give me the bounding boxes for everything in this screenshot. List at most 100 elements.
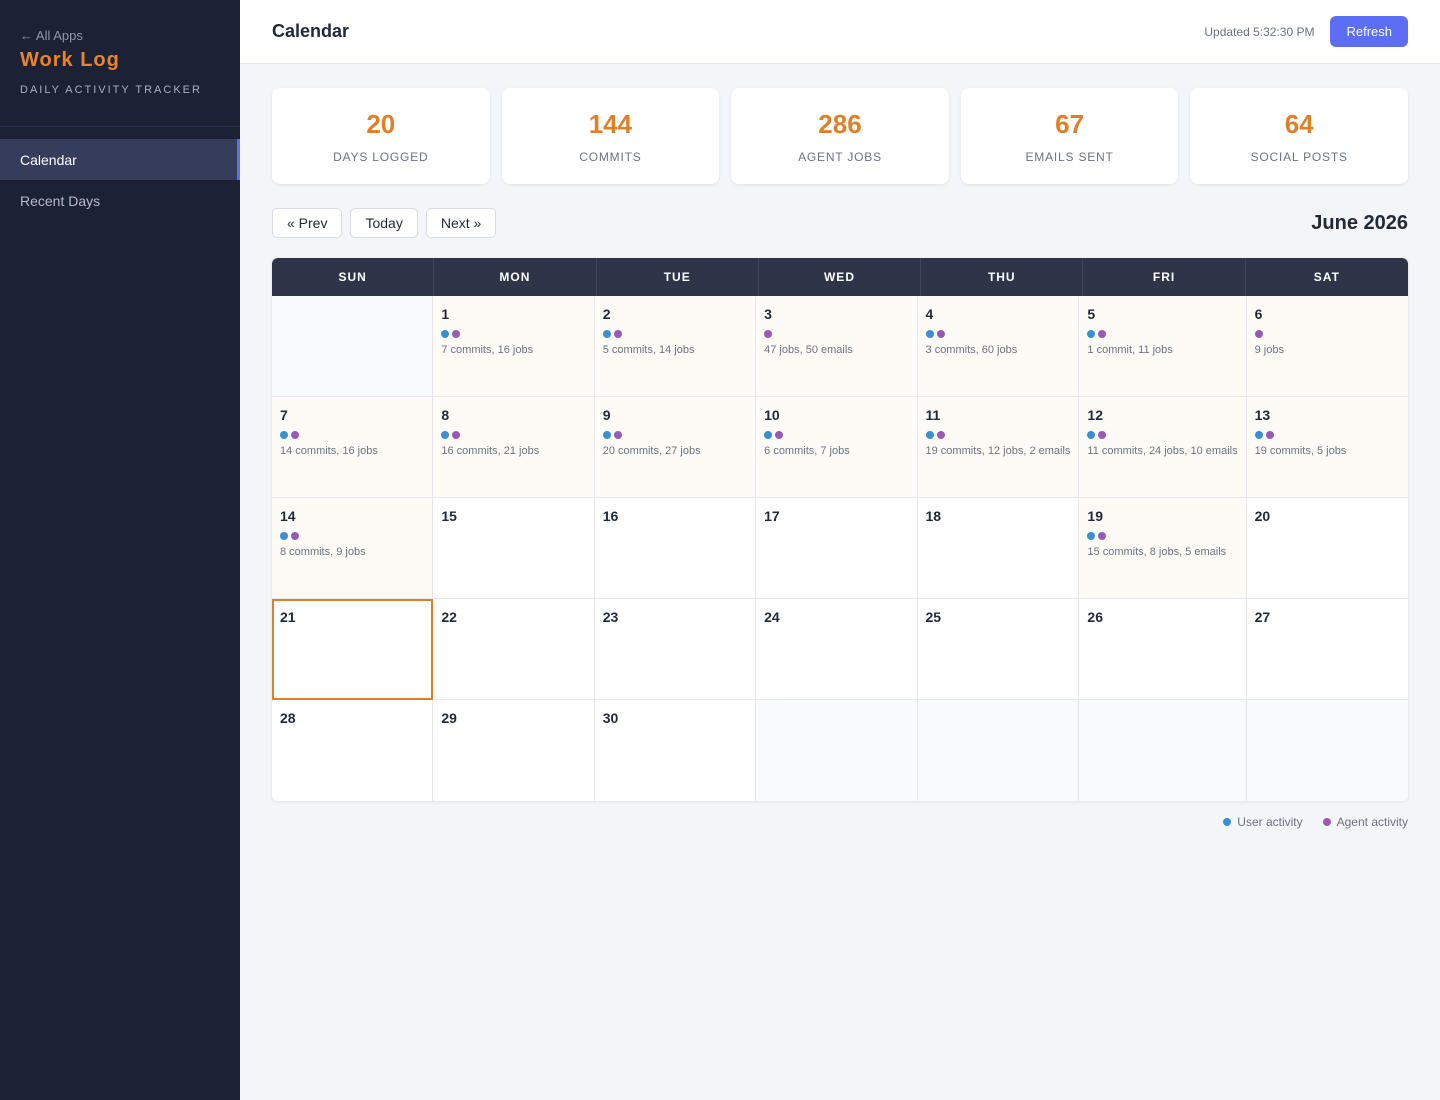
activity-dots: [602, 431, 747, 439]
calendar-day-cell[interactable]: 4 3 commits, 60 jobs: [917, 296, 1080, 397]
calendar-day-cell[interactable]: 19 15 commits, 8 jobs, 5 emails: [1079, 498, 1247, 599]
activity-dots: [441, 330, 585, 338]
calendar-day-cell[interactable]: 10 6 commits, 7 jobs: [756, 397, 918, 498]
activity-dots: [441, 431, 585, 439]
calendar-day-cell[interactable]: 28: [272, 700, 434, 801]
calendar-day-cell[interactable]: 9 20 commits, 27 jobs: [594, 397, 757, 498]
stat-value: 20: [366, 108, 396, 139]
calendar-day-cell[interactable]: 8 16 commits, 21 jobs: [433, 397, 595, 498]
day-number: 11: [925, 407, 941, 423]
day-number: 18: [925, 508, 942, 524]
app-subtitle: DAILY ACTIVITY TRACKER: [20, 84, 202, 96]
calendar-day-cell[interactable]: 1 7 commits, 16 jobs: [433, 296, 595, 397]
calendar-day-cell[interactable]: 11 19 commits, 12 jobs, 2 emails: [917, 397, 1080, 498]
day-number: 4: [925, 306, 934, 322]
calendar-day-cell[interactable]: 26: [1079, 599, 1247, 700]
activity-dots: [602, 330, 747, 338]
brand-block: ← All Apps Work Log DAILY ACTIVITY TRACK…: [0, 0, 240, 127]
day-summary: 47 jobs, 50 emails: [764, 344, 853, 356]
today-button[interactable]: Today: [350, 208, 418, 238]
agent-activity-dot-icon: [775, 431, 784, 439]
day-number: 21: [280, 609, 296, 625]
calendar-day-cell[interactable]: 13 19 commits, 5 jobs: [1246, 397, 1408, 498]
day-summary: 11 commits, 24 jobs, 10 emails: [1087, 445, 1238, 457]
weekday-label: FRI: [1083, 258, 1246, 296]
user-activity-dot-icon: [441, 330, 450, 338]
day-number: 2: [602, 306, 611, 322]
calendar-day-cell[interactable]: 23: [594, 599, 757, 700]
calendar-empty-cell: [756, 700, 918, 801]
day-number: 26: [1087, 609, 1103, 625]
agent-activity-dot-icon: [936, 431, 945, 439]
activity-dots: [280, 431, 424, 439]
all-apps-link[interactable]: ← All Apps: [20, 28, 220, 43]
user-activity-dot-icon: [280, 431, 288, 439]
refresh-button[interactable]: Refresh: [1330, 16, 1408, 47]
stat-card-emails-sent: 67 EMAILS SENT: [960, 88, 1179, 184]
prev-month-button[interactable]: « Prev: [272, 208, 343, 238]
sidebar-nav: Calendar Recent Days: [0, 139, 240, 221]
day-summary: 20 commits, 27 jobs: [602, 445, 701, 457]
activity-dots: [925, 431, 1071, 439]
stat-label: DAYS LOGGED: [333, 149, 429, 164]
calendar-day-cell-today[interactable]: 21: [272, 599, 434, 700]
day-summary: 5 commits, 14 jobs: [602, 344, 695, 356]
calendar-day-cell[interactable]: 24: [756, 599, 918, 700]
day-number: 23: [602, 609, 619, 625]
activity-dots: [925, 330, 1071, 338]
calendar-day-cell[interactable]: 27: [1246, 599, 1408, 700]
calendar-empty-cell: [1079, 700, 1247, 801]
user-activity-dot-icon: [441, 431, 450, 439]
calendar-empty-cell: [272, 296, 434, 397]
day-summary: 14 commits, 16 jobs: [280, 445, 378, 457]
activity-legend: User activity Agent activity: [272, 815, 1408, 829]
day-summary: 1 commit, 11 jobs: [1087, 344, 1173, 356]
next-month-button[interactable]: Next »: [425, 208, 497, 238]
agent-activity-dot-icon: [936, 330, 945, 338]
legend-label: Agent activity: [1336, 815, 1408, 829]
day-number: 14: [280, 508, 296, 524]
calendar-day-cell[interactable]: 12 11 commits, 24 jobs, 10 emails: [1079, 397, 1247, 498]
stat-value: 286: [818, 108, 862, 139]
calendar-day-cell[interactable]: 2 5 commits, 14 jobs: [594, 296, 757, 397]
header-actions: Updated 5:32:30 PM Refresh: [1204, 16, 1408, 47]
calendar-day-cell[interactable]: 20: [1246, 498, 1408, 599]
calendar-day-cell[interactable]: 18: [917, 498, 1080, 599]
calendar-day-cell[interactable]: 25: [917, 599, 1080, 700]
day-number: 10: [764, 407, 780, 423]
calendar-day-cell[interactable]: 7 14 commits, 16 jobs: [272, 397, 434, 498]
activity-dots: [1254, 330, 1400, 338]
agent-activity-dot-icon: [764, 330, 773, 338]
day-summary: 8 commits, 9 jobs: [280, 546, 366, 558]
day-number: 7: [280, 407, 288, 423]
calendar-day-cell[interactable]: 15: [433, 498, 595, 599]
calendar-day-cell[interactable]: 14 8 commits, 9 jobs: [272, 498, 434, 599]
calendar-day-cell[interactable]: 5 1 commit, 11 jobs: [1079, 296, 1247, 397]
calendar-empty-cell: [1246, 700, 1408, 801]
weekday-label: TUE: [597, 258, 759, 296]
day-number: 15: [441, 508, 457, 524]
user-activity-dot-icon: [764, 431, 773, 439]
last-updated-text: Updated 5:32:30 PM: [1204, 24, 1315, 39]
sidebar-item-recent-days[interactable]: Recent Days: [0, 180, 240, 221]
user-activity-dot-icon: [1087, 431, 1096, 439]
sidebar-item-calendar[interactable]: Calendar: [0, 139, 240, 180]
stat-value: 67: [1055, 108, 1085, 139]
user-activity-dot-icon: [1087, 330, 1096, 338]
agent-activity-dot-icon: [291, 431, 299, 439]
day-number: 28: [280, 710, 296, 726]
stat-label: AGENT JOBS: [798, 149, 882, 164]
calendar-day-cell[interactable]: 30: [594, 700, 757, 801]
calendar-day-cell[interactable]: 17: [756, 498, 918, 599]
day-number: 29: [441, 710, 457, 726]
calendar-day-cell[interactable]: 16: [594, 498, 757, 599]
calendar-day-cell[interactable]: 3 47 jobs, 50 emails: [756, 296, 918, 397]
calendar-day-cell[interactable]: 29: [433, 700, 595, 801]
stat-label: SOCIAL POSTS: [1250, 149, 1348, 164]
calendar-day-cell[interactable]: 6 9 jobs: [1246, 296, 1408, 397]
page-title: Calendar: [272, 21, 350, 41]
calendar-day-cell[interactable]: 22: [433, 599, 595, 700]
day-number: 17: [764, 508, 780, 524]
agent-activity-dot-icon: [1265, 431, 1274, 439]
day-number: 25: [925, 609, 942, 625]
